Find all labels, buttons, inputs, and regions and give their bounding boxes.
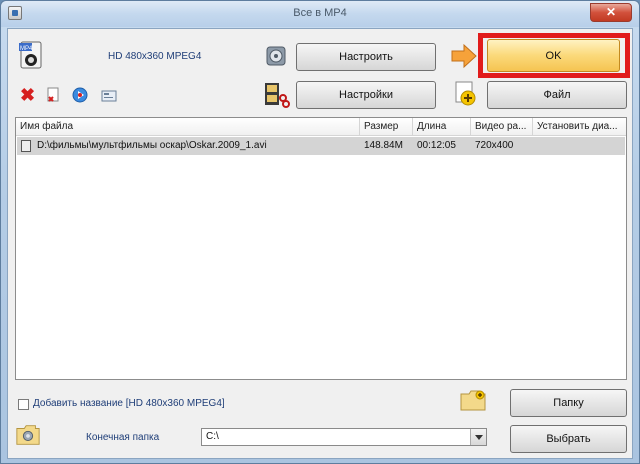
title-bar[interactable]: Все в MP4 ✕ (1, 1, 639, 27)
file-name-cell: D:\фильмы\мультфильмы оскар\Oskar.2009_1… (37, 140, 267, 151)
file-icon (21, 140, 31, 152)
column-header-video[interactable]: Видео ра... (471, 118, 533, 136)
column-header-length[interactable]: Длина (413, 118, 471, 136)
file-range-cell (533, 137, 623, 155)
folder-button[interactable]: Папку (510, 389, 627, 417)
file-length-cell: 00:12:05 (417, 140, 456, 151)
choose-button[interactable]: Выбрать (510, 425, 627, 453)
window-title: Все в MP4 (293, 7, 347, 19)
file-video-cell: 720x400 (475, 140, 514, 151)
new-folder-icon[interactable] (459, 386, 487, 414)
app-window: Все в MP4 ✕ MP4 HD 480x360 MPEG4 ✖ Настр… (0, 0, 640, 464)
file-size-cell: 148.84M (364, 140, 403, 151)
mp4-format-icon: MP4 (19, 41, 42, 69)
column-header-size[interactable]: Размер (360, 118, 413, 136)
svg-text:MP4: MP4 (20, 46, 33, 52)
play-preview-icon[interactable] (72, 87, 88, 103)
profile-label: HD 480x360 MPEG4 (108, 51, 202, 62)
speaker-settings-icon (266, 46, 286, 66)
destination-path-value: C:\ (206, 431, 219, 442)
close-button[interactable]: ✕ (590, 3, 632, 22)
configure-button[interactable]: Настроить (296, 43, 436, 71)
destination-folder-icon[interactable] (15, 422, 41, 448)
settings-button[interactable]: Настройки (296, 81, 436, 109)
ok-button[interactable]: OK (487, 39, 620, 72)
add-title-label: Добавить название [HD 480x360 MPEG4] (33, 398, 225, 409)
delete-icon[interactable]: ✖ (20, 86, 36, 104)
dialog-body: MP4 HD 480x360 MPEG4 ✖ Настроить OK Наст… (7, 28, 633, 459)
destination-folder-label: Конечная папка (86, 432, 160, 443)
column-header-filename[interactable]: Имя файла (16, 118, 360, 136)
add-title-checkbox[interactable] (18, 399, 29, 410)
remove-file-icon[interactable] (45, 87, 61, 103)
chevron-down-icon[interactable] (470, 429, 486, 445)
film-cut-icon (265, 83, 290, 108)
column-header-range[interactable]: Установить диа... (533, 118, 626, 136)
info-icon[interactable] (101, 88, 117, 104)
file-list-header: Имя файла Размер Длина Видео ра... Устан… (16, 118, 626, 136)
file-button[interactable]: Файл (487, 81, 627, 109)
destination-path-select[interactable]: C:\ (201, 428, 487, 446)
table-row[interactable]: D:\фильмы\мультфильмы оскар\Oskar.2009_1… (17, 137, 625, 155)
arrow-right-icon (451, 43, 477, 69)
add-file-icon[interactable] (452, 80, 480, 108)
file-list[interactable]: Имя файла Размер Длина Видео ра... Устан… (15, 117, 627, 380)
